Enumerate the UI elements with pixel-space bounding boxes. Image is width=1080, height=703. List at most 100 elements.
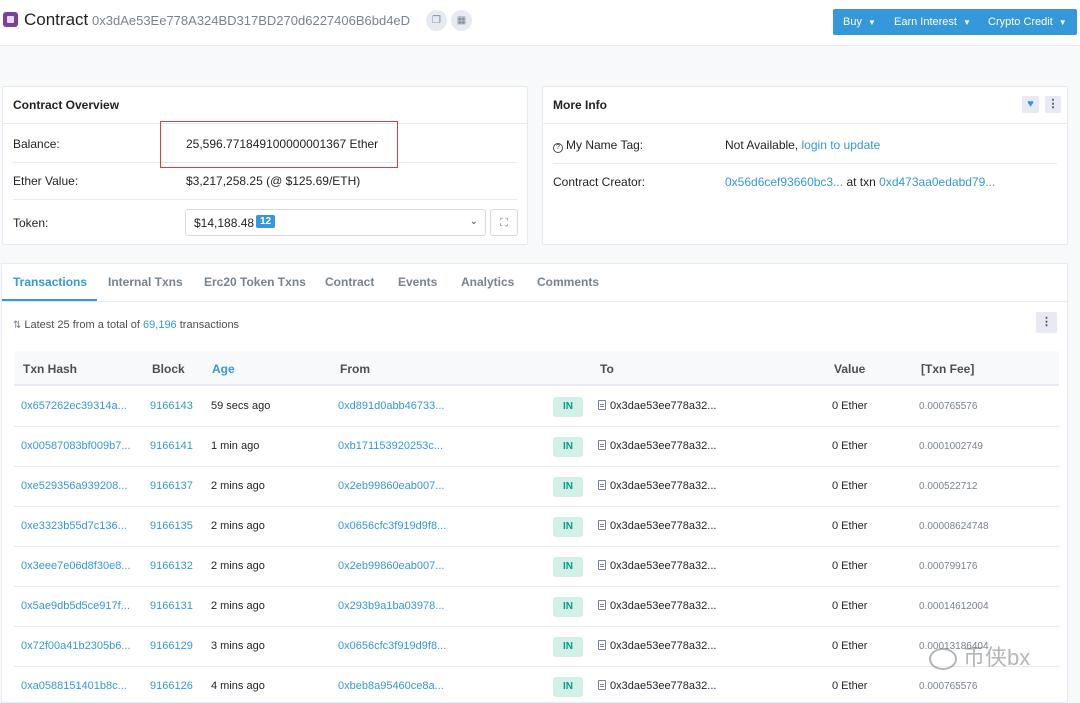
more-options-icon[interactable]: ⋮ — [1045, 96, 1061, 113]
login-to-update-link[interactable]: login to update — [802, 138, 881, 152]
contract-file-icon — [598, 560, 606, 570]
value-cell: 0 Ether — [832, 480, 868, 492]
txn-hash-link[interactable]: 0xe3323b55d7c136... — [21, 520, 127, 532]
tab-erc20-token-txns[interactable]: Erc20 Token Txns — [204, 275, 306, 289]
earn-interest-button[interactable]: Earn Interest ▼ — [884, 9, 981, 35]
name-tag-label-text: My Name Tag: — [566, 138, 644, 152]
more-info-title-text: More Info — [553, 98, 607, 112]
txn-fee-cell: 0.000765576 — [919, 401, 978, 412]
table-header: Txn Hash Block Age From To Value [Txn Fe… — [14, 351, 1059, 386]
from-address-link[interactable]: 0xb171153920253c... — [338, 440, 443, 452]
balance-highlight-box — [160, 121, 398, 168]
summary-prefix: Latest 25 from a total of — [24, 319, 140, 331]
sort-icon: ⇅ — [13, 320, 22, 331]
txn-hash-link[interactable]: 0xa0588151401b8c... — [21, 680, 127, 692]
creator-label: Contract Creator: — [553, 175, 646, 189]
from-address-link[interactable]: 0x2eb99860eab007... — [338, 560, 444, 572]
from-address-link[interactable]: 0xd891d0abb46733... — [338, 400, 444, 412]
direction-badge: IN — [553, 477, 583, 497]
value-cell: 0 Ether — [832, 680, 868, 692]
table-row: 0x5ae9db5d5ce917f... 9166131 2 mins ago 0x2… — [14, 587, 1059, 627]
txn-hash-link[interactable]: 0x3eee7e06d8f30e8... — [21, 560, 131, 572]
heart-icon[interactable]: ♥ — [1022, 96, 1039, 113]
watermark-text: 币侠bx — [963, 645, 1031, 670]
contract-file-icon — [598, 680, 606, 690]
tab-comments[interactable]: Comments — [537, 275, 599, 289]
block-link[interactable]: 9166137 — [150, 480, 193, 492]
txn-fee-cell: 0.000765576 — [919, 681, 978, 692]
txn-hash-link[interactable]: 0xe529356a939208... — [21, 480, 127, 492]
to-address-text: 0x3dae53ee778a32... — [610, 440, 717, 452]
age-cell: 2 mins ago — [211, 560, 265, 572]
to-address: 0x3dae53ee778a32... — [598, 480, 716, 492]
txn-hash-link[interactable]: 0x00587083bf009b7... — [21, 440, 131, 452]
expand-icon[interactable]: ⛶ — [490, 209, 518, 236]
direction-badge: IN — [553, 677, 583, 697]
more-options-icon[interactable]: ⋮ — [1036, 312, 1057, 333]
name-tag-value-text: Not Available, — [725, 138, 799, 152]
tab-analytics[interactable]: Analytics — [461, 275, 514, 289]
txn-fee-cell: 0.000799176 — [919, 561, 978, 572]
value-cell: 0 Ether — [832, 440, 868, 452]
contract-file-icon — [598, 480, 606, 490]
block-link[interactable]: 9166126 — [150, 680, 193, 692]
block-link[interactable]: 9166135 — [150, 520, 193, 532]
buy-button[interactable]: Buy ▼ — [833, 9, 886, 35]
copy-icon[interactable]: ❐ — [426, 10, 447, 31]
direction-badge: IN — [553, 397, 583, 417]
tab-internal-txns[interactable]: Internal Txns — [108, 275, 183, 289]
txn-hash-link[interactable]: 0x72f00a41b2305b6... — [21, 640, 131, 652]
question-icon: ? — [553, 143, 563, 153]
txn-fee-cell: 0.0001002749 — [919, 441, 983, 452]
to-address: 0x3dae53ee778a32... — [598, 400, 716, 412]
from-address-link[interactable]: 0xbeb8a95460ce8a... — [338, 680, 444, 692]
ether-value: $3,217,258.25 (@ $125.69/ETH) — [186, 174, 361, 188]
more-info-title: More Info ♥ ⋮ — [543, 87, 1067, 124]
creator-address-link[interactable]: 0x56d6cef93660bc3... — [725, 175, 843, 189]
header-value: Value — [834, 362, 866, 376]
block-link[interactable]: 9166141 — [150, 440, 193, 452]
block-link[interactable]: 9166132 — [150, 560, 193, 572]
creator-value: 0x56d6cef93660bc3... at txn 0xd473aa0eda… — [725, 175, 995, 189]
value-cell: 0 Ether — [832, 640, 868, 652]
to-address: 0x3dae53ee778a32... — [598, 640, 716, 652]
txn-hash-link[interactable]: 0x5ae9db5d5ce917f... — [21, 600, 130, 612]
summary-suffix: transactions — [179, 319, 240, 331]
divider — [553, 163, 1057, 164]
header-txn-fee[interactable]: [Txn Fee] — [921, 362, 974, 376]
header-age[interactable]: Age — [212, 362, 235, 376]
chevron-down-icon: ▼ — [1058, 18, 1067, 27]
creator-txn-link[interactable]: 0xd473aa0edabd79... — [879, 175, 995, 189]
header-block: Block — [152, 362, 185, 376]
tab-events[interactable]: Events — [398, 275, 437, 289]
creator-at-text: at txn — [846, 175, 876, 189]
from-address-link[interactable]: 0x0656cfc3f919d9f8... — [338, 640, 446, 652]
contract-file-icon — [598, 640, 606, 650]
age-cell: 2 mins ago — [211, 600, 265, 612]
from-address-link[interactable]: 0x293b9a1ba03978... — [338, 600, 444, 612]
token-dropdown[interactable]: $14,188.48 12 ⌄ — [185, 209, 486, 236]
total-transactions-link[interactable]: 69,196 — [143, 319, 177, 331]
contract-logo-icon — [3, 12, 18, 27]
token-count-badge: 12 — [256, 215, 276, 228]
txn-hash-link[interactable]: 0x657262ec39314a... — [21, 400, 127, 412]
tab-contract[interactable]: Contract — [325, 275, 374, 289]
crypto-credit-button[interactable]: Crypto Credit ▼ — [978, 9, 1077, 35]
block-link[interactable]: 9166143 — [150, 400, 193, 412]
token-label: Token: — [13, 216, 49, 230]
block-link[interactable]: 9166129 — [150, 640, 193, 652]
to-address: 0x3dae53ee778a32... — [598, 600, 716, 612]
table-row: 0xe3323b55d7c136... 9166135 2 mins ago 0x06… — [14, 507, 1059, 547]
contract-file-icon — [598, 600, 606, 610]
age-cell: 3 mins ago — [211, 640, 265, 652]
direction-badge: IN — [553, 637, 583, 657]
chevron-down-icon: ⌄ — [469, 216, 478, 227]
tab-transactions[interactable]: Transactions — [13, 275, 87, 289]
qr-code-icon[interactable]: ▦ — [451, 10, 472, 31]
block-link[interactable]: 9166131 — [150, 600, 193, 612]
to-address-text: 0x3dae53ee778a32... — [610, 480, 717, 492]
from-address-link[interactable]: 0x0656cfc3f919d9f8... — [338, 520, 446, 532]
from-address-link[interactable]: 0x2eb99860eab007... — [338, 480, 444, 492]
transactions-summary: ⇅ Latest 25 from a total of 69,196 transa… — [13, 319, 239, 331]
header-to: To — [600, 362, 614, 376]
